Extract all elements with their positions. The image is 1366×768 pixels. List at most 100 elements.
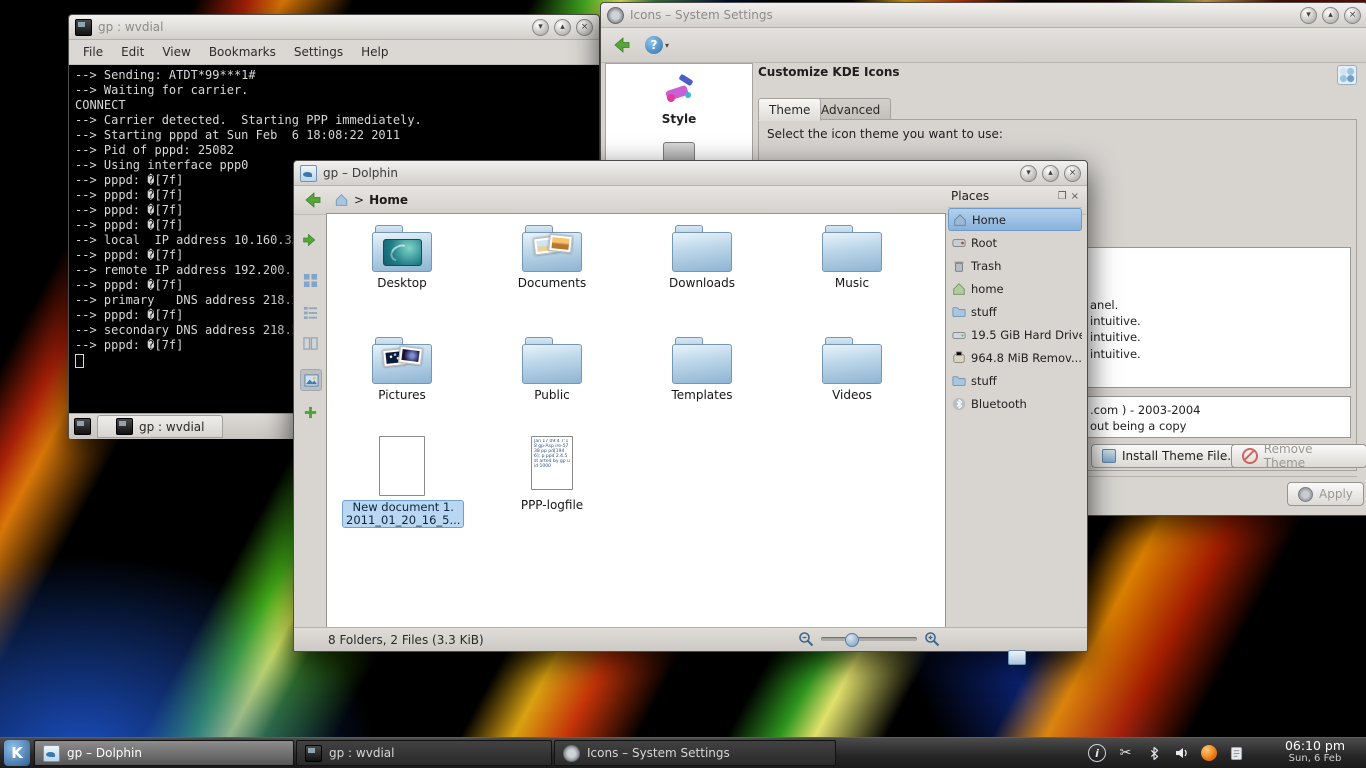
terminal-titlebar[interactable]: gp : wvdial ▾ ▴ × bbox=[69, 15, 599, 40]
klipper-scissors-icon[interactable]: ✂ bbox=[1117, 745, 1134, 762]
menu-bookmarks[interactable]: Bookmarks bbox=[201, 43, 284, 61]
notifications-icon[interactable]: i bbox=[1088, 744, 1106, 762]
file-preview-text: Jan 17 09:4 7:18 gp-Asp ire-5738 pp pd[1… bbox=[534, 439, 570, 487]
task-label: gp : wvdial bbox=[329, 746, 394, 760]
item-label: Pictures bbox=[342, 388, 462, 402]
back-button[interactable] bbox=[609, 34, 633, 56]
clipboard-icon[interactable] bbox=[1228, 745, 1245, 762]
dolphin-window: gp – Dolphin ▾ ▴ × > Home bbox=[293, 160, 1088, 652]
folder-item-music[interactable]: Music bbox=[792, 224, 912, 290]
details-view-button[interactable] bbox=[300, 302, 320, 322]
place-stuff-2[interactable]: stuff bbox=[948, 369, 1082, 392]
zoom-out-icon[interactable] bbox=[798, 631, 814, 647]
bluetooth-tray-icon[interactable] bbox=[1145, 745, 1162, 762]
settings-titlebar[interactable]: Icons – System Settings ▾ ▴ × bbox=[601, 3, 1366, 28]
folder-item-videos[interactable]: Videos bbox=[792, 336, 912, 402]
places-panel: Places ❐ × Home Root Trash home bbox=[948, 187, 1082, 627]
file-item-new-document[interactable]: New document 1. 2011_01_20_16_5... bbox=[342, 436, 462, 528]
folder-item-desktop[interactable]: Desktop bbox=[342, 224, 462, 290]
help-button[interactable]: ? ▾ bbox=[645, 36, 669, 54]
breadcrumb: > Home bbox=[334, 193, 408, 207]
menu-view[interactable]: View bbox=[154, 43, 198, 61]
desktop: gp : wvdial ▾ ▴ × File Edit View Bookmar… bbox=[0, 0, 1366, 768]
clock-time: 06:10 pm bbox=[1272, 739, 1358, 752]
menu-file[interactable]: File bbox=[75, 43, 111, 61]
place-removable-drive[interactable]: 964.8 MiB Remov... bbox=[948, 346, 1082, 369]
zoom-in-icon[interactable] bbox=[924, 631, 940, 647]
place-label: 19.5 GiB Hard Drive bbox=[971, 328, 1082, 342]
close-button[interactable]: × bbox=[1344, 7, 1361, 24]
task-dolphin[interactable]: gp – Dolphin bbox=[34, 740, 294, 766]
tab-label: gp : wvdial bbox=[139, 420, 204, 434]
close-panel-icon[interactable]: × bbox=[1071, 191, 1079, 202]
minimize-button[interactable]: ▾ bbox=[1300, 7, 1317, 24]
menu-help[interactable]: Help bbox=[353, 43, 396, 61]
remove-theme-button[interactable]: Remove Theme bbox=[1231, 444, 1366, 468]
install-theme-button[interactable]: Install Theme File... bbox=[1091, 444, 1250, 468]
kmenu-button[interactable]: K bbox=[4, 740, 30, 766]
minimize-button[interactable]: ▾ bbox=[1020, 165, 1037, 182]
maximize-button[interactable]: ▴ bbox=[554, 19, 571, 36]
place-home-folder[interactable]: home bbox=[948, 277, 1082, 300]
place-trash[interactable]: Trash bbox=[948, 254, 1082, 277]
breadcrumb-home[interactable]: Home bbox=[369, 193, 408, 207]
maximize-button[interactable]: ▴ bbox=[1322, 7, 1339, 24]
file-item-ppp-logfile[interactable]: Jan 17 09:4 7:18 gp-Asp ire-5738 pp pd[1… bbox=[492, 436, 612, 512]
preview-toggle-button[interactable] bbox=[300, 369, 322, 391]
icons-view-button[interactable] bbox=[300, 270, 320, 290]
menu-settings[interactable]: Settings bbox=[286, 43, 351, 61]
select-theme-label: Select the icon theme you want to use: bbox=[767, 127, 1003, 141]
folder-item-templates[interactable]: Templates bbox=[642, 336, 762, 402]
menu-edit[interactable]: Edit bbox=[113, 43, 152, 61]
task-wvdial[interactable]: gp : wvdial bbox=[296, 740, 552, 766]
task-system-settings[interactable]: Icons – System Settings bbox=[554, 740, 836, 766]
folder-icon bbox=[822, 224, 882, 272]
apply-button[interactable]: Apply bbox=[1287, 482, 1364, 506]
tab-advanced[interactable]: Advanced bbox=[810, 98, 891, 121]
dolphin-titlebar[interactable]: gp – Dolphin ▾ ▴ × bbox=[294, 161, 1087, 186]
theme-description-fragment: anel. bbox=[1090, 298, 1118, 312]
theme-file-icon bbox=[1102, 449, 1116, 463]
folder-item-public[interactable]: Public bbox=[492, 336, 612, 402]
settings-window-icon bbox=[607, 7, 624, 24]
folder-item-documents[interactable]: Documents bbox=[492, 224, 612, 290]
home-icon bbox=[952, 282, 966, 296]
terminal-tab[interactable]: gp : wvdial bbox=[97, 415, 223, 438]
place-label: Home bbox=[972, 213, 1006, 227]
columns-view-button[interactable] bbox=[300, 333, 320, 353]
place-root[interactable]: Root bbox=[948, 231, 1082, 254]
place-hard-drive[interactable]: 19.5 GiB Hard Drive bbox=[948, 323, 1082, 346]
folder-item-pictures[interactable]: Pictures bbox=[342, 336, 462, 402]
place-stuff[interactable]: stuff bbox=[948, 300, 1082, 323]
update-notifier-icon[interactable] bbox=[1201, 745, 1217, 761]
zoom-slider[interactable] bbox=[821, 637, 917, 641]
maximize-button[interactable]: ▴ bbox=[1042, 165, 1059, 182]
folder-icon bbox=[952, 305, 966, 319]
forward-button[interactable] bbox=[300, 230, 320, 250]
close-button[interactable]: × bbox=[1064, 165, 1081, 182]
sidebar-item-style[interactable]: Style bbox=[606, 64, 752, 126]
install-theme-label: Install Theme File... bbox=[1122, 449, 1239, 463]
close-button[interactable]: × bbox=[576, 19, 593, 36]
place-label: Bluetooth bbox=[971, 397, 1027, 411]
place-label: stuff bbox=[971, 305, 997, 319]
float-panel-icon[interactable]: ❐ bbox=[1058, 191, 1067, 202]
folder-icon bbox=[952, 374, 966, 388]
volume-icon[interactable] bbox=[1173, 745, 1190, 762]
split-view-button[interactable] bbox=[300, 402, 320, 422]
back-button[interactable] bbox=[300, 189, 324, 211]
tab-theme[interactable]: Theme bbox=[758, 98, 821, 121]
icons-module-icon bbox=[1337, 65, 1357, 85]
new-tab-icon[interactable] bbox=[74, 418, 91, 435]
zoom-slider-handle[interactable] bbox=[845, 633, 859, 647]
clock[interactable]: 06:10 pm Sun, 6 Feb bbox=[1272, 739, 1358, 765]
settings-task-icon bbox=[563, 745, 580, 762]
minimize-button[interactable]: ▾ bbox=[532, 19, 549, 36]
place-label: home bbox=[971, 282, 1004, 296]
place-home[interactable]: Home bbox=[948, 208, 1082, 231]
terminal-line: --> Sending: ATDT*99***1# bbox=[75, 68, 593, 83]
apply-label: Apply bbox=[1319, 487, 1353, 501]
folder-item-downloads[interactable]: Downloads bbox=[642, 224, 762, 290]
place-bluetooth[interactable]: Bluetooth bbox=[948, 392, 1082, 415]
dolphin-file-view[interactable]: Desktop Documents Downloads Music bbox=[326, 213, 946, 629]
